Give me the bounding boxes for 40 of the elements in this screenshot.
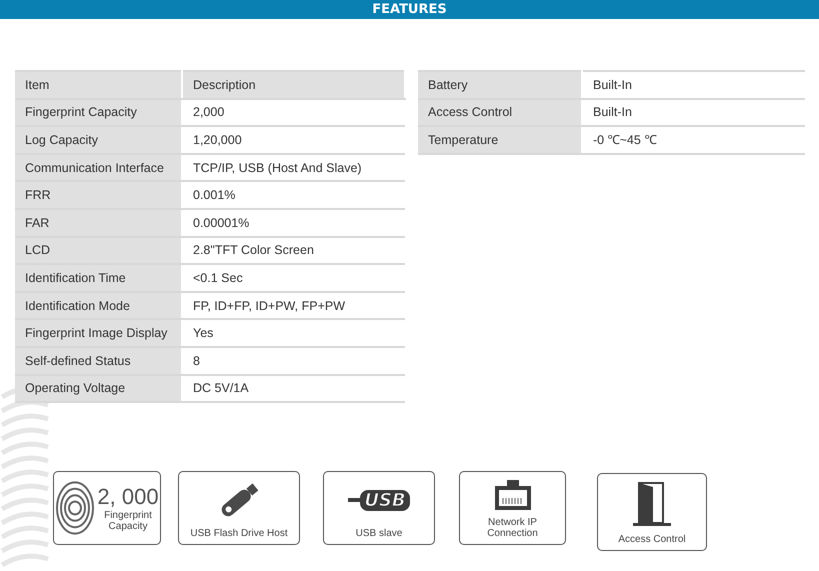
spec-name: FAR: [15, 208, 182, 237]
spec-value: FP, ID+FP, ID+PW, FP+PW: [182, 292, 405, 320]
spec-name: Temperature: [418, 126, 582, 154]
spec-name: FRR: [15, 181, 182, 209]
spec-value: 2.8"TFT Color Screen: [182, 236, 405, 264]
card-label: Fingerprint Capacity: [103, 510, 153, 532]
spec-value: 8: [182, 346, 405, 375]
card-label: USB slave: [356, 528, 402, 540]
card-label: Network IP Connection: [486, 517, 539, 540]
network-port-icon: [494, 480, 530, 510]
spec-name: LCD: [15, 236, 182, 264]
stat-value: 2, 000: [97, 484, 159, 510]
spec-name: Fingerprint Image Display: [15, 319, 182, 347]
column-header: Description: [182, 71, 405, 99]
spec-value: Built-In: [582, 98, 805, 126]
spec-name: Identification Time: [15, 264, 182, 292]
spec-value: 2,000: [182, 98, 405, 126]
column-header: Item: [15, 71, 182, 99]
spec-name: Battery: [418, 71, 582, 99]
spec-value: 0.001%: [182, 181, 405, 209]
card-label: USB Flash Drive Host: [190, 528, 288, 540]
spec-name: Self-defined Status: [15, 346, 182, 375]
door-icon: [633, 481, 671, 528]
spec-name: Communication Interface: [15, 154, 182, 182]
section-title: FEATURES: [372, 2, 447, 17]
spec-value: 1,20,000: [182, 126, 405, 154]
spec-value: TCP/IP, USB (Host And Slave): [182, 154, 405, 182]
spec-value: Built-In: [582, 71, 805, 99]
fingerprint-icon: [55, 480, 95, 536]
spec-value: <0.1 Sec: [182, 264, 405, 292]
spec-name: Operating Voltage: [15, 374, 182, 402]
card-label: Access Control: [618, 534, 686, 546]
spec-name: Access Control: [418, 98, 582, 126]
spec-name: Fingerprint Capacity: [15, 98, 182, 126]
spec-name: Identification Mode: [15, 292, 182, 320]
spec-value: -0 ℃~45 ℃: [582, 126, 805, 154]
spec-value: Yes: [182, 319, 405, 347]
spec-value: 0.00001%: [182, 208, 405, 237]
spec-value: DC 5V/1A: [182, 374, 405, 402]
spec-name: Log Capacity: [15, 126, 182, 154]
